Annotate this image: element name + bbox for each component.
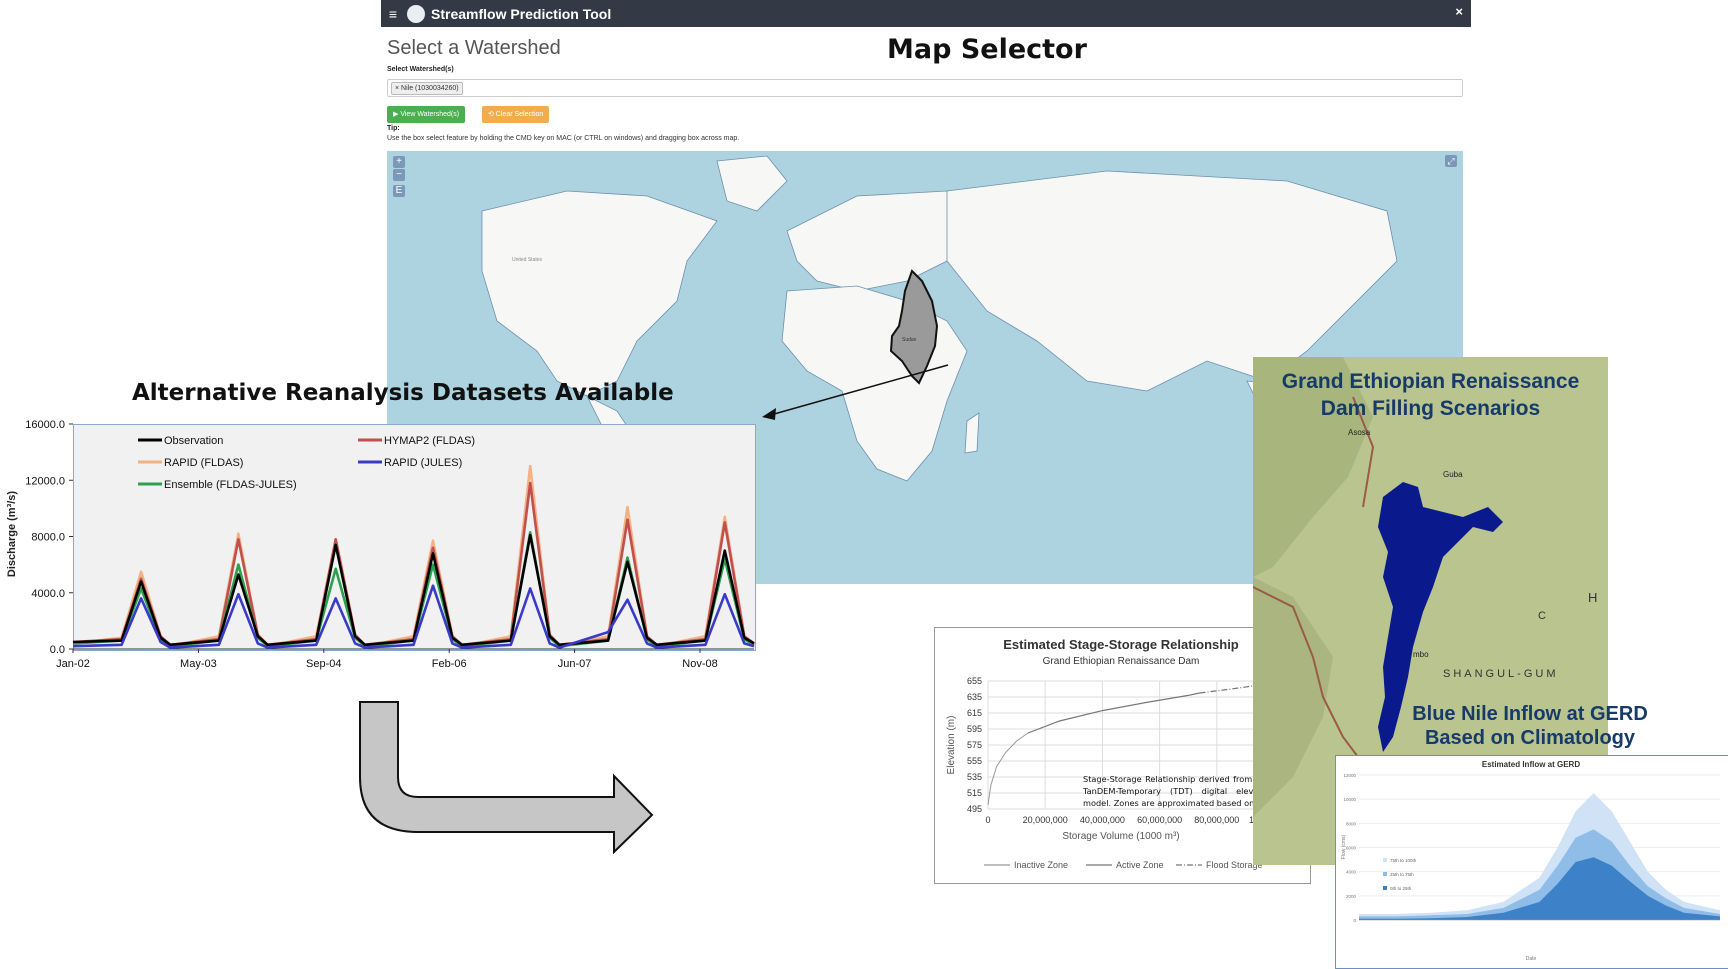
stage-x-tick-label: 80,000,000 bbox=[1194, 815, 1239, 825]
inflow-legend-label: 0th to 25th bbox=[1390, 886, 1412, 891]
inflow-y-tick-label: 8000 bbox=[1346, 821, 1357, 826]
inflow-legend-label: 25th to 75th bbox=[1390, 872, 1414, 877]
x-tick-label: Jun-07 bbox=[558, 658, 592, 670]
legend-label: RAPID (JULES) bbox=[384, 457, 462, 469]
label-guba: Guba bbox=[1443, 470, 1463, 479]
x-tick-label: Jan-02 bbox=[56, 658, 90, 670]
stage-y-tick-label: 635 bbox=[967, 692, 982, 702]
gerd-filling-title: Grand Ethiopian Renaissance Dam Filling … bbox=[1253, 368, 1608, 422]
series-line-4 bbox=[72, 531, 755, 648]
legend-label: Observation bbox=[164, 435, 223, 447]
blue-nile-title-line1: Blue Nile Inflow at GERD bbox=[1412, 703, 1648, 725]
label-h: H bbox=[1588, 590, 1597, 605]
inflow-y-tick-label: 6000 bbox=[1346, 846, 1357, 851]
inflow-y-tick-label: 0 bbox=[1353, 918, 1356, 923]
inflow-y-tick-label: 2000 bbox=[1346, 894, 1357, 899]
stage-chart-title: Estimated Stage-Storage Relationship bbox=[1003, 637, 1239, 652]
stage-y-tick-label: 535 bbox=[967, 772, 982, 782]
stage-y-axis-label: Elevation (m) bbox=[946, 716, 957, 775]
inflow-legend-swatch bbox=[1383, 872, 1387, 876]
series-line-2 bbox=[72, 464, 755, 648]
y-tick-label: 16000.0 bbox=[25, 419, 65, 431]
stage-x-tick-label: 40,000,000 bbox=[1080, 815, 1125, 825]
stage-storage-annotation: Stage-Storage Relationship derived from … bbox=[1083, 774, 1274, 808]
reanalysis-chart: 0.0 4000.0 8000.0 12000.0 16000.0 Jan-02 May-0… bbox=[25, 419, 755, 670]
inflow-y-tick-label: 12000 bbox=[1343, 773, 1356, 778]
arrowhead-icon bbox=[762, 408, 776, 420]
stage-y-tick-label: 655 bbox=[967, 676, 982, 686]
inflow-legend-label: 75th to 100th bbox=[1390, 858, 1417, 863]
inflow-y-tick-label: 10000 bbox=[1343, 797, 1356, 802]
x-tick-label: May-03 bbox=[180, 658, 217, 670]
series-line-1 bbox=[72, 481, 755, 647]
stage-series-line bbox=[1199, 684, 1260, 694]
label-asosa: Asosa bbox=[1348, 428, 1371, 437]
y-tick-label: 0.0 bbox=[50, 644, 65, 656]
gerd-title-line1: Grand Ethiopian Renaissance bbox=[1281, 370, 1580, 393]
x-tick-label: Sep-04 bbox=[306, 658, 341, 670]
stage-legend-label: Inactive Zone bbox=[1014, 860, 1068, 870]
stage-x-tick-label: 20,000,000 bbox=[1023, 815, 1068, 825]
y-tick-label: 8000.0 bbox=[31, 532, 65, 544]
stage-y-tick-label: 595 bbox=[967, 724, 982, 734]
watershed-to-chart-arrow bbox=[766, 364, 949, 417]
stage-legend-label: Active Zone bbox=[1116, 860, 1164, 870]
stage-y-tick-label: 515 bbox=[967, 788, 982, 798]
bent-arrow-icon bbox=[359, 701, 654, 855]
stage-y-tick-label: 555 bbox=[967, 756, 982, 766]
legend-label: HYMAP2 (FLDAS) bbox=[384, 435, 475, 447]
x-tick-label: Nov-08 bbox=[682, 658, 717, 670]
stage-y-tick-label: 575 bbox=[967, 740, 982, 750]
stage-x-tick-label: 60,000,000 bbox=[1137, 815, 1182, 825]
stage-chart-subtitle: Grand Ethiopian Renaissance Dam bbox=[1043, 656, 1200, 667]
series-line-0 bbox=[72, 533, 755, 647]
blue-nile-inflow-title: Blue Nile Inflow at GERD Based on Climat… bbox=[1390, 702, 1670, 750]
label-shangul: SHANGUL-GUM bbox=[1443, 668, 1559, 680]
y-tick-label: 4000.0 bbox=[31, 588, 65, 600]
inflow-legend-swatch bbox=[1383, 886, 1387, 890]
label-mbo: mbo bbox=[1413, 650, 1429, 659]
gerd-title-line2: Dam Filling Scenarios bbox=[1320, 397, 1541, 420]
blue-nile-title-line2: Based on Climatology bbox=[1424, 727, 1636, 749]
stage-series-line bbox=[987, 732, 1029, 806]
inflow-x-axis-label: Date bbox=[1526, 956, 1537, 962]
legend-label: Ensemble (FLDAS-JULES) bbox=[164, 479, 297, 491]
inflow-y-axis-label: Flow (cms) bbox=[1341, 834, 1347, 859]
inflow-y-tick-label: 4000 bbox=[1346, 870, 1357, 875]
legend-label: RAPID (FLDAS) bbox=[164, 457, 243, 469]
stage-y-tick-label: 495 bbox=[967, 804, 982, 814]
inflow-chart: Estimated Inflow at GERD 0 2000 4000 6000 800… bbox=[1341, 760, 1720, 962]
inflow-chart-title: Estimated Inflow at GERD bbox=[1482, 760, 1580, 769]
stage-x-tick-label: 0 bbox=[985, 815, 990, 825]
label-c: C bbox=[1538, 610, 1546, 622]
y-tick-label: 12000.0 bbox=[25, 475, 65, 487]
x-tick-label: Feb-06 bbox=[432, 658, 467, 670]
stage-y-tick-label: 615 bbox=[967, 708, 982, 718]
stage-x-axis-label: Storage Volume (1000 m³) bbox=[1062, 831, 1179, 842]
inflow-legend-swatch bbox=[1383, 858, 1387, 862]
